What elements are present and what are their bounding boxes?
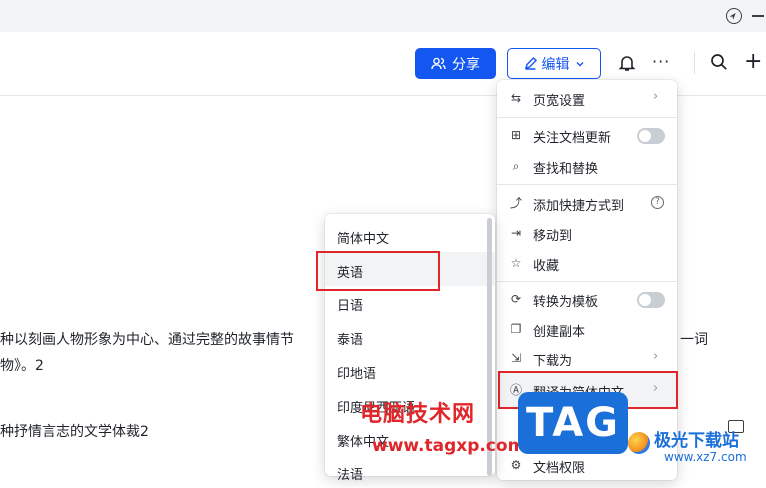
share-label: 分享 [452, 56, 480, 73]
menu-item-move-to[interactable]: ⇥ 移动到 [497, 218, 677, 248]
menu-divider [497, 184, 677, 185]
menu-item-find-replace[interactable]: ⌕ 查找和替换 [497, 151, 677, 181]
share-button[interactable]: 分享 [415, 48, 496, 79]
help-icon[interactable]: ? [651, 196, 664, 209]
watermark-site-url: www.tagxp.com [372, 436, 526, 456]
menu-item-label: 添加快捷方式到 [533, 199, 625, 214]
menu-item-download-as[interactable]: ⇲ 下载为 › [497, 343, 677, 373]
window-title-bar [0, 0, 766, 32]
menu-item-label: 移动到 [533, 229, 573, 244]
submenu-item-label: 日语 [337, 299, 364, 314]
search-icon[interactable] [710, 53, 728, 71]
submenu-item-hindi[interactable]: 印地语 [325, 353, 495, 387]
page-width-icon: ⇆ [510, 91, 522, 105]
follow-icon: ⊞ [510, 128, 522, 142]
submenu-item-thai[interactable]: 泰语 [325, 319, 495, 353]
find-replace-icon: ⌕ [512, 159, 520, 173]
plus-icon[interactable]: + [744, 51, 762, 73]
edit-label: 编辑 [541, 56, 570, 73]
submenu-item-label: 印地语 [337, 367, 377, 382]
move-icon: ⇥ [510, 226, 522, 240]
watermark-logo: TAG [518, 392, 628, 454]
watermark-orb-icon [628, 432, 650, 454]
chevron-right-icon: › [653, 89, 659, 104]
menu-item-page-width[interactable]: ⇆ 页宽设置 › [497, 83, 677, 113]
watermark-site-name: 电脑技术网 [360, 402, 476, 427]
menu-item-label: 查找和替换 [533, 162, 599, 177]
doc-text-line: 一词 [680, 332, 708, 348]
shortcut-icon: ⤴ [509, 196, 522, 210]
chevron-down-icon [576, 61, 583, 66]
submenu-item-simplified-chinese[interactable]: 简体中文 [325, 218, 495, 252]
minimize-icon[interactable] [752, 15, 764, 17]
doc-text-line: 种抒情言志的文学体裁2 [0, 424, 149, 440]
permission-icon: ⚙ [510, 458, 522, 472]
template-icon: ⟳ [510, 292, 522, 306]
menu-item-label: 收藏 [533, 259, 560, 274]
menu-item-favorite[interactable]: ☆ 收藏 [497, 248, 677, 278]
menu-item-label: 页宽设置 [533, 94, 586, 109]
menu-item-follow-updates[interactable]: ⊞ 关注文档更新 [497, 120, 677, 150]
menu-item-label: 关注文档更新 [533, 131, 612, 146]
menu-item-label: 文档权限 [533, 461, 586, 476]
english-highlight-box [316, 251, 440, 291]
submenu-item-label: 法语 [337, 468, 364, 483]
chevron-right-icon: › [653, 349, 659, 364]
menu-divider [497, 281, 677, 282]
compass-icon[interactable] [726, 8, 742, 24]
follow-toggle[interactable] [637, 128, 665, 144]
template-toggle[interactable] [637, 292, 665, 308]
menu-divider [497, 117, 677, 118]
menu-item-add-shortcut[interactable]: ⤴ 添加快捷方式到 ? [497, 188, 677, 218]
download-icon: ⇲ [510, 351, 522, 365]
watermark-right-name: 极光下载站 [654, 431, 739, 451]
watermark-logo-text: TAG [526, 400, 620, 446]
star-icon: ☆ [510, 256, 522, 270]
menu-item-label: 创建副本 [533, 325, 586, 340]
menu-item-create-copy[interactable]: ❐ 创建副本 [497, 314, 677, 344]
copy-icon: ❐ [510, 322, 522, 336]
users-icon [431, 57, 446, 70]
watermark-right: 极光下载站 www.xz7.com [624, 426, 766, 476]
bell-icon[interactable] [618, 54, 636, 72]
submenu-item-french[interactable]: 法语 [325, 454, 495, 488]
more-icon[interactable]: ··· [652, 52, 670, 71]
doc-text-line: 种以刻画人物形象为中心、通过完整的故事情节 [0, 332, 294, 348]
submenu-item-label: 泰语 [337, 333, 364, 348]
pencil-icon [524, 57, 537, 70]
doc-text-line: 物》。2 [0, 358, 44, 374]
menu-item-convert-template[interactable]: ⟳ 转换为模板 [497, 284, 677, 314]
submenu-item-label: 简体中文 [337, 232, 390, 247]
header-divider [694, 52, 695, 74]
menu-item-label: 转换为模板 [533, 295, 599, 310]
menu-item-label: 下载为 [533, 354, 573, 369]
watermark-right-url: www.xz7.com [664, 450, 747, 464]
edit-button[interactable]: 编辑 [507, 48, 601, 79]
